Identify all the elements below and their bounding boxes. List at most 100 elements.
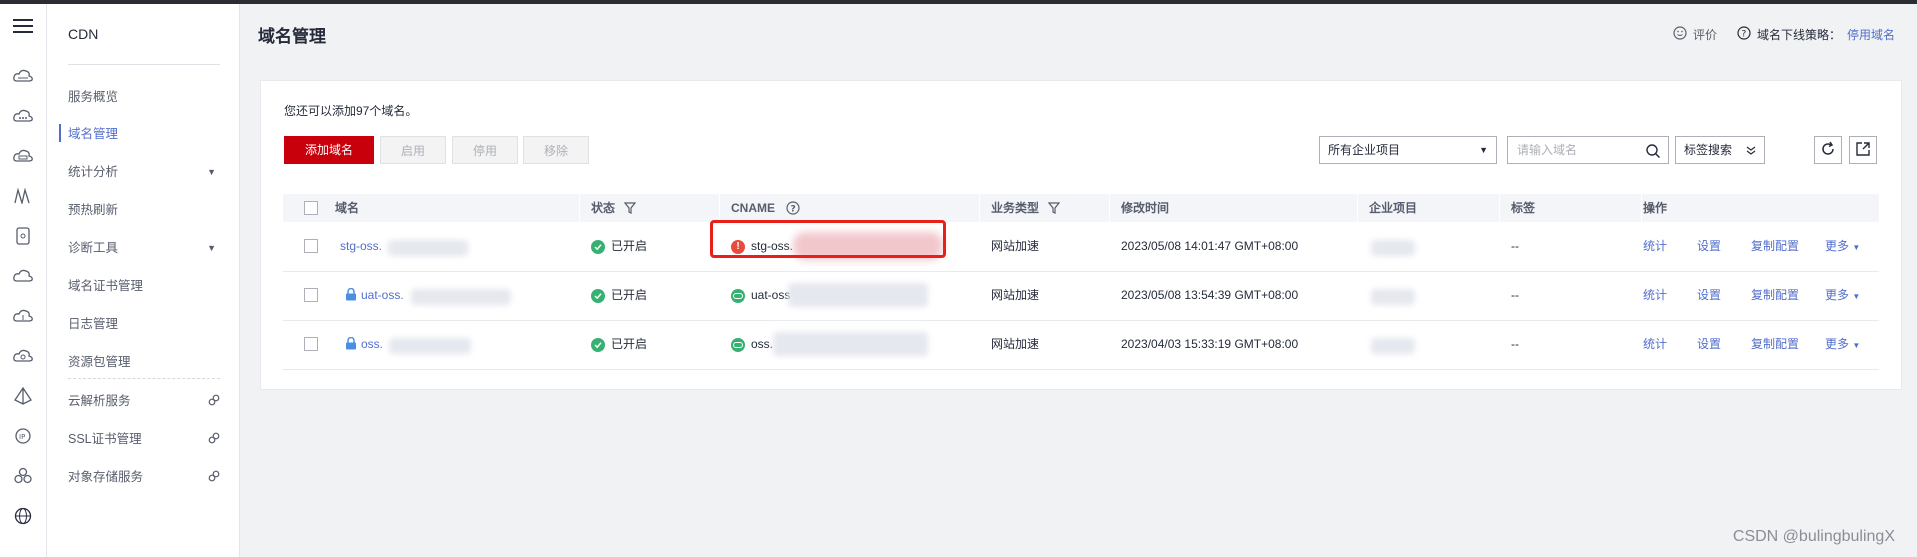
settings-link[interactable]: 设置 <box>1697 222 1721 271</box>
stats-link[interactable]: 统计 <box>1643 222 1667 271</box>
copy-config-link[interactable]: 复制配置 <box>1751 320 1799 369</box>
network-icon[interactable] <box>11 184 35 208</box>
domain-link[interactable]: stg-oss. <box>340 222 382 271</box>
status-text: 已开启 <box>611 337 648 351</box>
tag-value: -- <box>1511 288 1519 302</box>
status-text: 已开启 <box>611 239 648 253</box>
enterprise-project-select[interactable]: 所有企业项目 ▼ <box>1319 136 1497 164</box>
filter-icon[interactable] <box>618 201 637 215</box>
redacted-area <box>1371 338 1415 354</box>
nav-item-label: 诊断工具 <box>68 241 119 255</box>
help-icon[interactable]: ? <box>1737 26 1751 43</box>
cloud-database-icon[interactable] <box>11 104 35 128</box>
column-divider <box>1357 194 1358 222</box>
redacted-area <box>389 338 471 354</box>
column-divider <box>979 194 980 222</box>
check-circle-icon <box>591 239 605 254</box>
cluster-icon[interactable] <box>11 464 35 488</box>
add-domain-button[interactable]: 添加域名 <box>284 136 374 164</box>
table-row: uat-oss. 已开启 uat-oss 网站加速 2023/05/08 13:… <box>283 271 1879 321</box>
nav-item-label: 云解析服务 <box>68 394 131 408</box>
row-checkbox[interactable] <box>304 337 318 351</box>
feedback-link[interactable]: 评价 <box>1693 26 1717 43</box>
check-circle-icon <box>591 288 605 303</box>
nav-item-label: 统计分析 <box>68 165 119 179</box>
business-type: 网站加速 <box>991 288 1040 302</box>
service-icon-rail: IP <box>0 4 47 557</box>
more-dropdown[interactable]: 更多 ▼ <box>1825 271 1860 320</box>
cloud-icon[interactable] <box>11 264 35 288</box>
cloud-server-icon[interactable] <box>11 64 35 88</box>
modified-time: 2023/04/03 15:33:19 GMT+08:00 <box>1121 337 1299 351</box>
refresh-button[interactable] <box>1814 136 1842 164</box>
cloud-upload-icon[interactable] <box>11 304 35 328</box>
disable-button[interactable]: 停用 <box>452 136 518 164</box>
tag-search-select[interactable]: 标签搜索 <box>1675 136 1765 164</box>
nav-divider-dashed <box>68 378 220 380</box>
nav-item-label: 域名证书管理 <box>68 279 144 293</box>
nav-item-overview[interactable]: 服务概览 <box>68 87 238 107</box>
status-cell: 已开启 <box>591 320 647 369</box>
filter-icon[interactable] <box>1042 201 1061 215</box>
cloud-storage-icon[interactable] <box>11 144 35 168</box>
policy-label: 域名下线策略： <box>1756 28 1841 42</box>
pyramid-icon[interactable] <box>11 384 35 408</box>
business-type: 网站加速 <box>991 337 1040 351</box>
help-icon[interactable]: ? <box>778 201 800 215</box>
more-dropdown[interactable]: 更多 ▼ <box>1825 320 1860 369</box>
column-divider <box>1499 194 1500 222</box>
nav-item-domain-management[interactable]: 域名管理 <box>68 124 238 144</box>
nav-item-label: SSL证书管理 <box>68 432 142 446</box>
stats-link[interactable]: 统计 <box>1643 320 1667 369</box>
domain-search-input[interactable]: 请输入域名 <box>1507 136 1669 164</box>
globe-icon[interactable] <box>11 504 35 528</box>
nav-item-dns[interactable]: 云解析服务 <box>68 391 238 411</box>
nav-item-diagnostics[interactable]: 诊断工具 ▼ <box>68 238 238 258</box>
domain-link[interactable]: uat-oss. <box>361 271 404 320</box>
caret-down-icon: ▼ <box>207 243 216 253</box>
nav-item-packages[interactable]: 资源包管理 <box>68 352 238 372</box>
menu-icon[interactable] <box>11 14 35 38</box>
disable-domain-link[interactable]: 停用域名 <box>1847 26 1895 43</box>
ip-icon[interactable]: IP <box>11 424 35 448</box>
check-circle-icon <box>591 337 605 352</box>
cname-ok-icon <box>731 337 745 352</box>
nav-item-logs[interactable]: 日志管理 <box>68 314 238 334</box>
nav-item-ssl[interactable]: SSL证书管理 <box>68 429 238 449</box>
row-checkbox[interactable] <box>304 239 318 253</box>
settings-link[interactable]: 设置 <box>1697 271 1721 320</box>
settings-link[interactable]: 设置 <box>1697 320 1721 369</box>
status-text: 已开启 <box>611 288 648 302</box>
status-cell: 已开启 <box>591 222 647 271</box>
nav-item-obs[interactable]: 对象存储服务 <box>68 467 238 487</box>
remove-button[interactable]: 移除 <box>523 136 589 164</box>
nav-item-prefetch-refresh[interactable]: 预热刷新 <box>68 200 238 220</box>
nav-title: CDN <box>68 26 99 42</box>
page-title: 域名管理 <box>258 27 326 46</box>
nav-item-certificates[interactable]: 域名证书管理 <box>68 276 238 296</box>
domain-link[interactable]: oss. <box>361 320 383 369</box>
row-checkbox[interactable] <box>304 288 318 302</box>
more-dropdown[interactable]: 更多 ▼ <box>1825 222 1860 271</box>
column-divider <box>579 194 580 222</box>
column-business-type[interactable]: 业务类型 <box>991 194 1061 222</box>
select-value: 所有企业项目 <box>1328 143 1401 157</box>
export-button[interactable] <box>1849 136 1877 164</box>
cloud-sync-icon[interactable] <box>11 344 35 368</box>
enable-button[interactable]: 启用 <box>380 136 446 164</box>
svg-text:?: ? <box>791 205 796 215</box>
lock-icon <box>345 320 357 369</box>
watermark: CSDN @bulingbulingX <box>1732 528 1895 545</box>
nav-item-label: 域名管理 <box>68 127 119 141</box>
select-all-checkbox[interactable] <box>304 201 318 215</box>
column-status[interactable]: 状态 <box>591 194 637 222</box>
domain-list-card: 您还可以添加97个域名。 添加域名 启用 停用 移除 所有企业项目 ▼ 请输入域… <box>260 80 1902 390</box>
external-link-icon <box>208 468 220 488</box>
search-icon[interactable] <box>1645 142 1661 168</box>
smile-icon[interactable] <box>1673 26 1687 43</box>
nav-item-statistics[interactable]: 统计分析 ▼ <box>68 162 238 182</box>
mobile-icon[interactable] <box>11 224 35 248</box>
copy-config-link[interactable]: 复制配置 <box>1751 222 1799 271</box>
stats-link[interactable]: 统计 <box>1643 271 1667 320</box>
copy-config-link[interactable]: 复制配置 <box>1751 271 1799 320</box>
